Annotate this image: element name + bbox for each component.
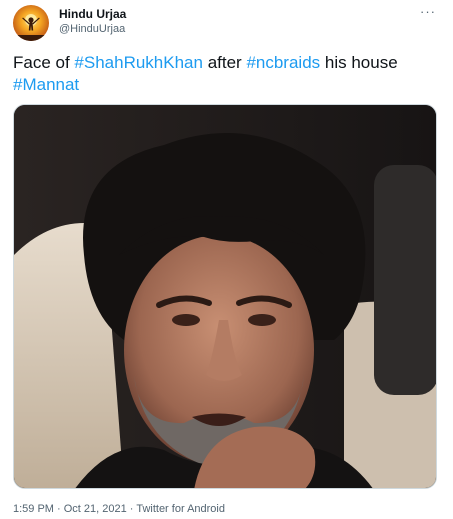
- author-display-name[interactable]: Hindu Urjaa: [59, 7, 126, 22]
- avatar[interactable]: [13, 5, 49, 41]
- tweet: Hindu Urjaa @HinduUrjaa ··· Face of #Sha…: [0, 0, 453, 519]
- tweet-meta: 1:59 PM · Oct 21, 2021 · Twitter for And…: [13, 502, 225, 516]
- tweet-text-segment: his house: [320, 53, 398, 72]
- tweet-header: Hindu Urjaa @HinduUrjaa ···: [13, 5, 441, 41]
- author-names: Hindu Urjaa @HinduUrjaa: [59, 7, 126, 37]
- hashtag-link[interactable]: #ShahRukhKhan: [74, 53, 203, 72]
- tweet-text-segment: Face of: [13, 53, 75, 72]
- more-icon[interactable]: ···: [418, 5, 438, 23]
- tweet-time[interactable]: 1:59 PM: [13, 503, 54, 515]
- meta-separator: ·: [126, 503, 137, 515]
- hashtag-link[interactable]: #Mannat: [13, 75, 79, 94]
- tweet-photo[interactable]: [13, 104, 437, 489]
- tweet-text-segment: after: [202, 53, 247, 72]
- meta-separator: ·: [53, 503, 64, 515]
- author-handle[interactable]: @HinduUrjaa: [59, 22, 126, 37]
- tweet-source[interactable]: Twitter for Android: [136, 503, 225, 515]
- tweet-text: Face of #ShahRukhKhan after #ncbraids hi…: [13, 52, 441, 96]
- hashtag-link[interactable]: #ncbraids: [246, 53, 320, 72]
- tweet-date[interactable]: Oct 21, 2021: [64, 503, 127, 515]
